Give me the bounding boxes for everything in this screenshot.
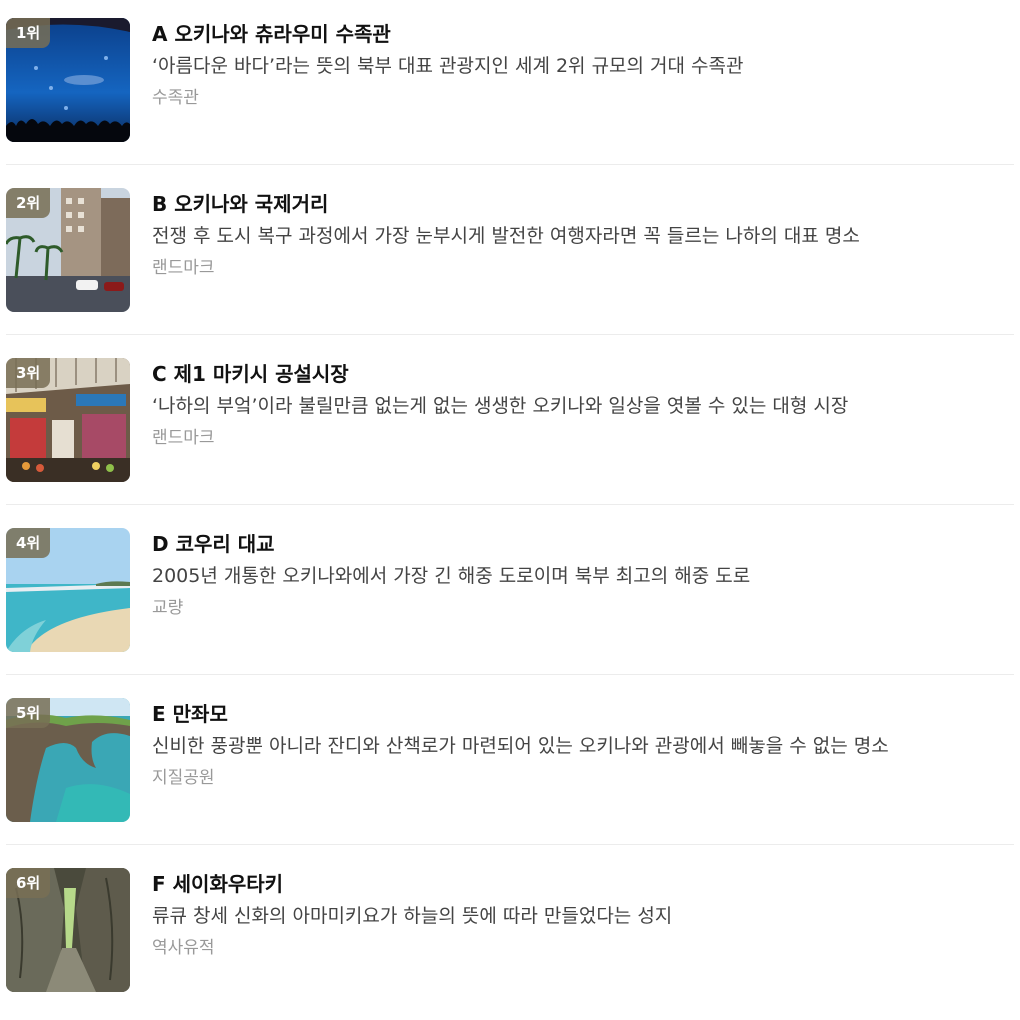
- rank-badge: 3위: [6, 358, 51, 388]
- item-description: 류큐 창세 신화의 아마미키요가 하늘의 뜻에 따라 만들었다는 성지: [152, 905, 673, 927]
- item-title[interactable]: F 세이화우타키: [152, 868, 1010, 900]
- rank-badge: 6위: [6, 868, 51, 898]
- list-item[interactable]: 4위 D 코우리 대교 2005년 개통한 오키나와에서 가장 긴 해중 도로이…: [0, 510, 1020, 680]
- item-category: 교량: [152, 598, 184, 618]
- market-thumbnail[interactable]: 3위: [6, 358, 130, 482]
- rank-badge: 2위: [6, 188, 51, 218]
- item-category: 역사유적: [152, 938, 215, 958]
- street-thumbnail[interactable]: 2위: [6, 188, 130, 312]
- item-description: ‘아름다운 바다’라는 뜻의 북부 대표 관광지인 세계 2위 규모의 거대 수…: [152, 55, 744, 77]
- aquarium-thumbnail[interactable]: 1위: [6, 18, 130, 142]
- item-category: 랜드마크: [152, 428, 215, 448]
- item-description: 신비한 풍광뿐 아니라 잔디와 산책로가 마련되어 있는 오키나와 관광에서 빼…: [152, 735, 889, 757]
- list-item[interactable]: 6위 F 세이화우타키 류큐 창세 신화의 아마미키요가 하늘의 뜻에 따라 만…: [0, 850, 1020, 1020]
- list-item[interactable]: 2위 B 오키나와 국제거리 전쟁 후 도시 복구 과정에서 가장 눈부시게 발…: [0, 170, 1020, 340]
- sacred-site-thumbnail[interactable]: 6위: [6, 868, 130, 992]
- rank-badge: 5위: [6, 698, 51, 728]
- item-description: 전쟁 후 도시 복구 과정에서 가장 눈부시게 발전한 여행자라면 꼭 들르는 …: [152, 225, 860, 247]
- item-title[interactable]: A 오키나와 츄라우미 수족관: [152, 18, 1010, 50]
- item-title[interactable]: D 코우리 대교: [152, 528, 1010, 560]
- item-title[interactable]: C 제1 마키시 공설시장: [152, 358, 1010, 390]
- bridge-thumbnail[interactable]: 4위: [6, 528, 130, 652]
- list-item[interactable]: 3위 C 제1 마키시 공설시장 ‘나하의 부엌’이라 불릴만큼 없는게 없는 …: [0, 340, 1020, 510]
- item-title[interactable]: E 만좌모: [152, 698, 1010, 730]
- item-description: ‘나하의 부엌’이라 불릴만큼 없는게 없는 생생한 오키나와 일상을 엿볼 수…: [152, 395, 849, 417]
- list-item[interactable]: 1위 A 오키나와 츄라우미 수족관 ‘아름다운 바다’라는 뜻의 북부 대표 …: [0, 0, 1020, 170]
- item-description: 2005년 개통한 오키나와에서 가장 긴 해중 도로이며 북부 최고의 해중 …: [152, 565, 751, 587]
- rank-badge: 4위: [6, 528, 51, 558]
- item-category: 랜드마크: [152, 258, 215, 278]
- rank-badge: 1위: [6, 18, 51, 48]
- item-title[interactable]: B 오키나와 국제거리: [152, 188, 1010, 220]
- attraction-list: 1위 A 오키나와 츄라우미 수족관 ‘아름다운 바다’라는 뜻의 북부 대표 …: [0, 0, 1020, 1020]
- item-category: 수족관: [152, 88, 199, 108]
- list-item[interactable]: 5위 E 만좌모 신비한 풍광뿐 아니라 잔디와 산책로가 마련되어 있는 오키…: [0, 680, 1020, 850]
- cliff-thumbnail[interactable]: 5위: [6, 698, 130, 822]
- item-category: 지질공원: [152, 768, 215, 788]
